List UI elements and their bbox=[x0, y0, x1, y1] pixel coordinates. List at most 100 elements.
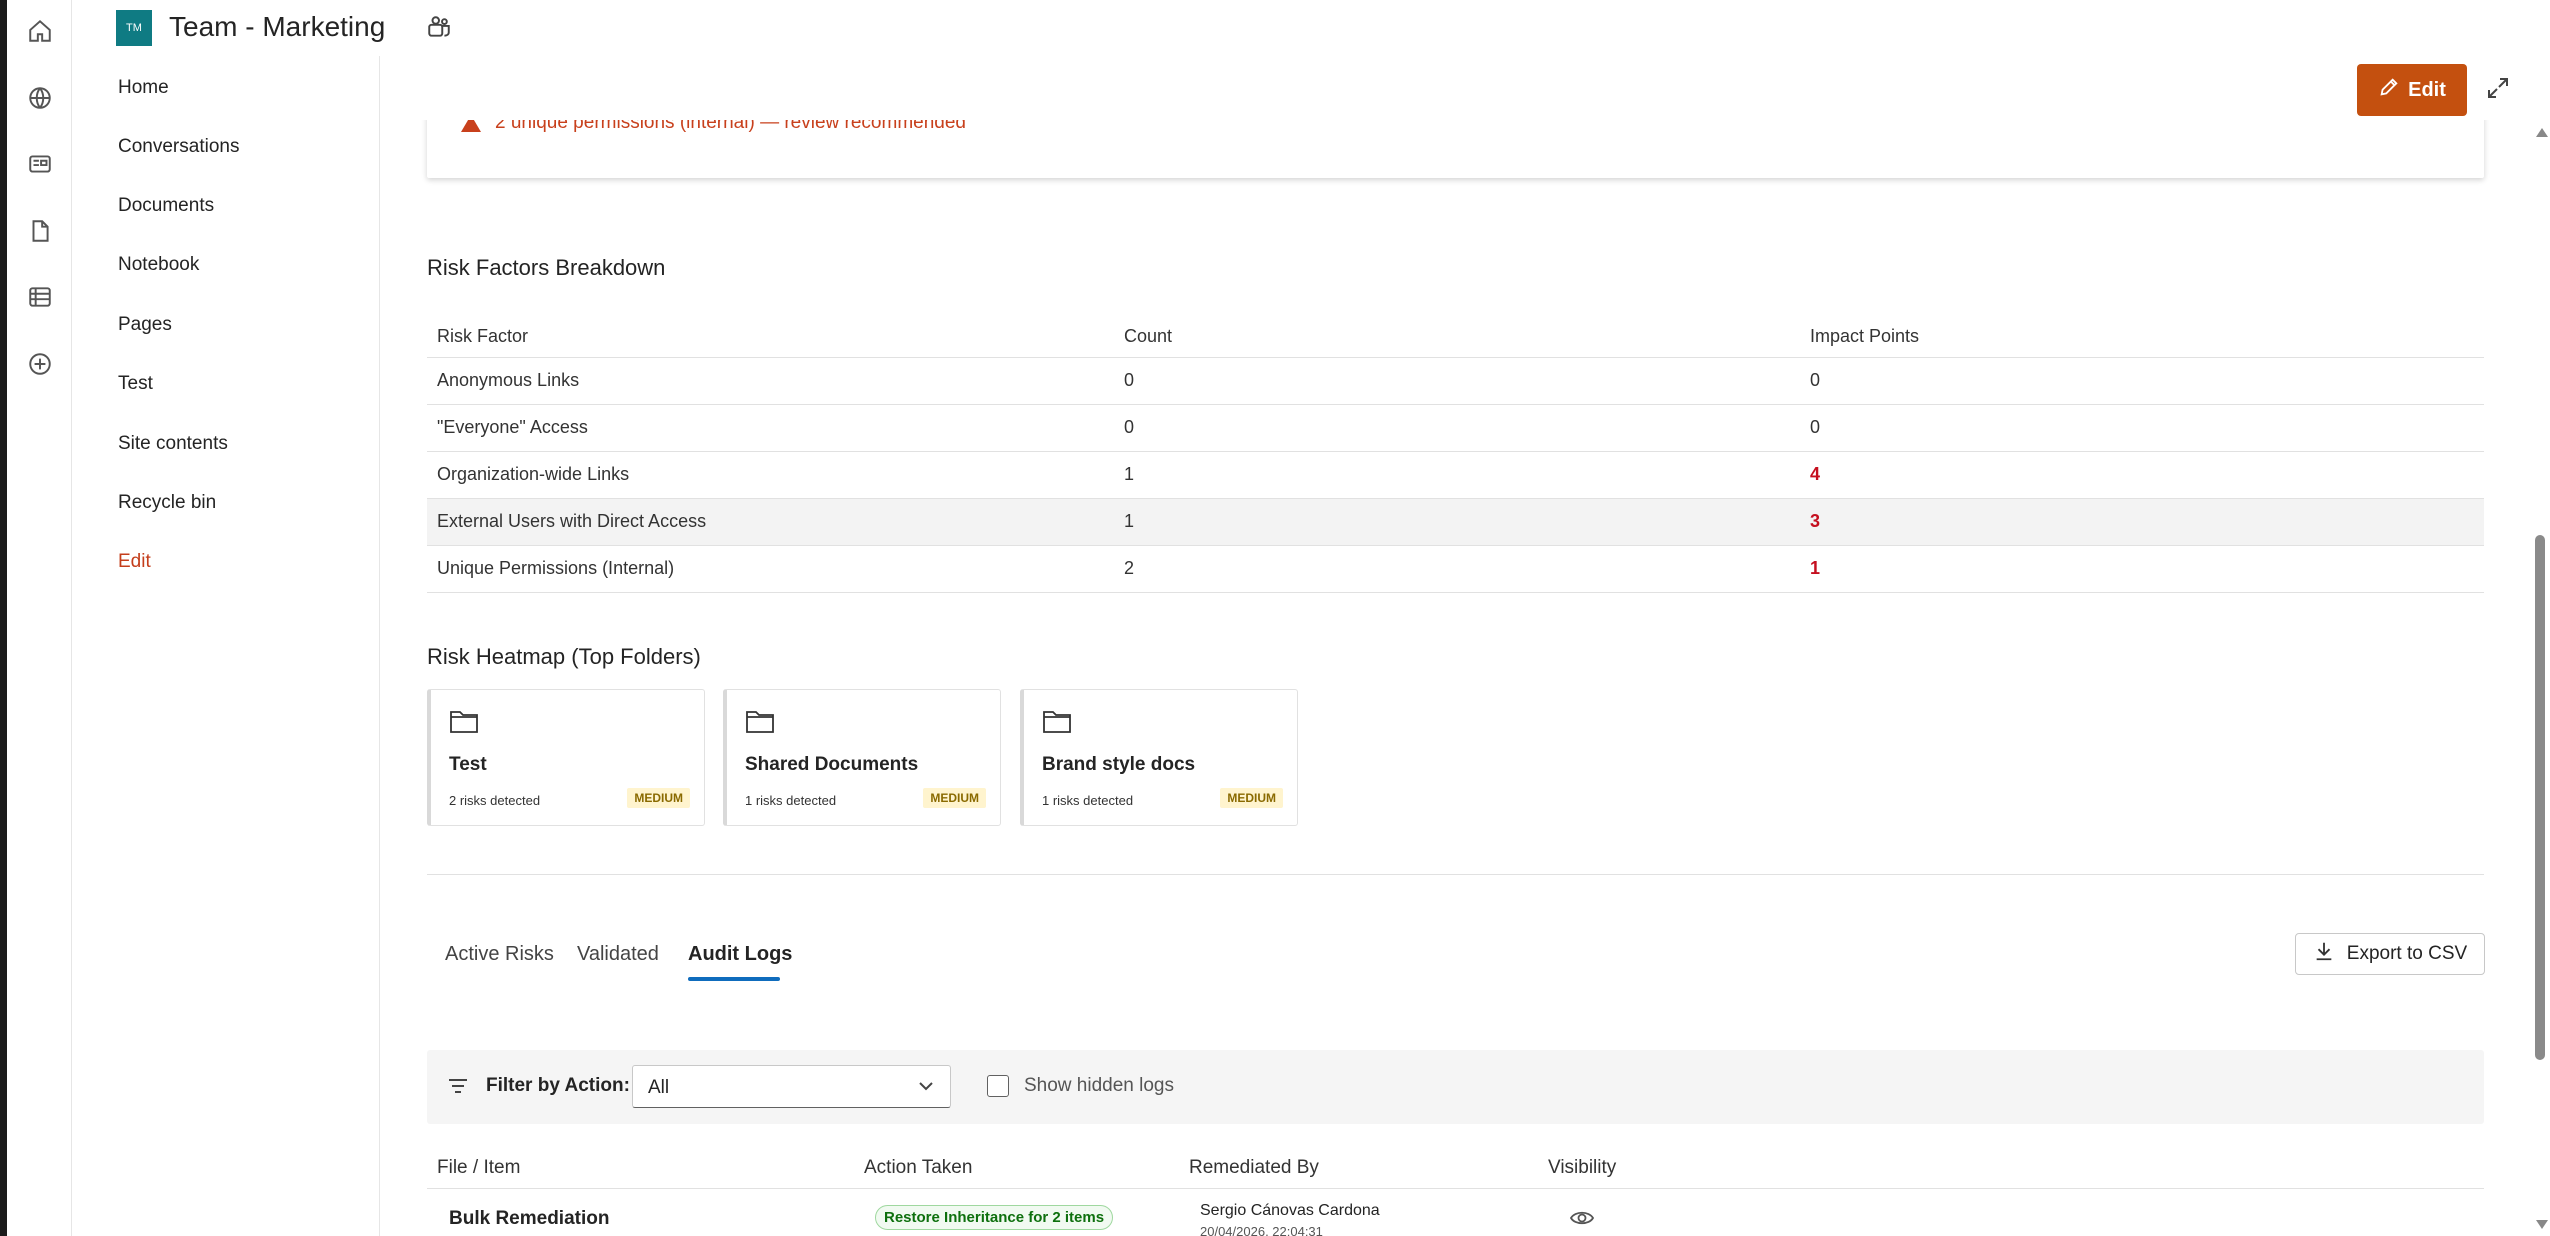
download-icon bbox=[2313, 940, 2335, 968]
document-icon[interactable] bbox=[27, 218, 53, 244]
table-row: Bulk Remediation Restore Inheritance for… bbox=[427, 1190, 2484, 1236]
column-header: Action Taken bbox=[864, 1157, 973, 1178]
summary-card: 2 unique permissions (internal) — review… bbox=[427, 120, 2484, 178]
app-bar-edge bbox=[0, 0, 7, 1236]
risk-factor-cell: External Users with Direct Access bbox=[437, 511, 707, 531]
impact-cell: 3 bbox=[1810, 511, 1821, 531]
heatmap-title: Risk Heatmap (Top Folders) bbox=[427, 644, 701, 669]
page-scrollbar[interactable] bbox=[2532, 120, 2550, 1236]
risk-factor-cell: Unique Permissions (Internal) bbox=[437, 558, 675, 578]
audit-table-header: File / Item Action Taken Remediated By V… bbox=[427, 1147, 2484, 1189]
risk-factor-cell: Organization-wide Links bbox=[437, 464, 630, 484]
column-header: Remediated By bbox=[1189, 1157, 1319, 1178]
risk-level-badge: MEDIUM bbox=[923, 788, 986, 808]
table-row: Unique Permissions (Internal) 2 1 bbox=[427, 546, 2484, 593]
folder-icon bbox=[449, 708, 479, 734]
tab-validated[interactable]: Validated bbox=[577, 943, 659, 966]
action-badge: Restore Inheritance for 2 items bbox=[875, 1205, 1114, 1230]
column-header: File / Item bbox=[437, 1157, 521, 1178]
news-icon[interactable] bbox=[27, 151, 53, 177]
app-bar bbox=[0, 0, 72, 1236]
table-header: Risk Factor Count Impact Points bbox=[427, 320, 2484, 358]
expand-icon[interactable] bbox=[2486, 76, 2510, 100]
add-circle-icon[interactable] bbox=[27, 351, 53, 377]
tab-active-risks[interactable]: Active Risks bbox=[445, 943, 554, 966]
tab-audit-logs[interactable]: Audit Logs bbox=[688, 943, 792, 966]
risk-count: 1 risks detected bbox=[745, 793, 837, 808]
dropdown-value: All bbox=[648, 1077, 670, 1098]
scroll-down-arrow[interactable] bbox=[2536, 1220, 2548, 1229]
folder-name: Shared Documents bbox=[745, 754, 919, 775]
count-cell: 2 bbox=[1124, 558, 1135, 578]
filter-label: Filter by Action: bbox=[486, 1075, 630, 1096]
risk-factors-title: Risk Factors Breakdown bbox=[427, 255, 666, 280]
warning-text: 2 unique permissions (internal) — review… bbox=[495, 120, 966, 133]
filter-icon bbox=[447, 1076, 469, 1096]
warning-icon bbox=[461, 120, 481, 132]
table-row: Organization-wide Links 1 4 bbox=[427, 452, 2484, 499]
list-icon[interactable] bbox=[27, 284, 53, 310]
risk-count: 2 risks detected bbox=[449, 793, 541, 808]
count-cell: 0 bbox=[1124, 370, 1135, 390]
scroll-up-arrow[interactable] bbox=[2536, 128, 2548, 137]
folder-name: Brand style docs bbox=[1042, 754, 1196, 775]
folder-icon bbox=[1042, 708, 1072, 734]
show-hidden-label[interactable]: Show hidden logs bbox=[1024, 1075, 1174, 1097]
site-logo[interactable]: TM bbox=[116, 10, 152, 46]
risk-level-badge: MEDIUM bbox=[1220, 788, 1283, 808]
main-content: 2 unique permissions (internal) — review… bbox=[393, 120, 2523, 1236]
globe-icon[interactable] bbox=[27, 85, 53, 111]
table-row: External Users with Direct Access 1 3 bbox=[427, 499, 2484, 546]
pencil-icon bbox=[2378, 76, 2400, 104]
heatmap-card-brand-style-docs[interactable]: Brand style docs 1 risks detected MEDIUM bbox=[1020, 689, 1298, 826]
column-header: Risk Factor bbox=[437, 326, 529, 346]
impact-cell: 0 bbox=[1810, 417, 1821, 437]
active-tab-indicator bbox=[688, 977, 780, 981]
home-icon[interactable] bbox=[27, 18, 53, 44]
count-cell: 1 bbox=[1124, 511, 1135, 531]
warning-message: 2 unique permissions (internal) — review… bbox=[461, 120, 966, 134]
nav-item-notebook[interactable]: Notebook bbox=[118, 254, 199, 276]
edit-button-label: Edit bbox=[2408, 78, 2446, 101]
site-title[interactable]: Team - Marketing bbox=[169, 11, 385, 43]
heatmap-card-shared-documents[interactable]: Shared Documents 1 risks detected MEDIUM bbox=[723, 689, 1001, 826]
export-button-label: Export to CSV bbox=[2346, 943, 2468, 964]
folder-name: Test bbox=[449, 754, 487, 775]
site-header: TM Team - Marketing bbox=[72, 0, 2550, 56]
show-hidden-checkbox[interactable] bbox=[987, 1075, 1009, 1097]
risk-level-badge: MEDIUM bbox=[627, 788, 690, 808]
table-row: Anonymous Links 0 0 bbox=[427, 358, 2484, 405]
risk-count: 1 risks detected bbox=[1042, 793, 1134, 808]
export-csv-button[interactable]: Export to CSV bbox=[2295, 933, 2485, 975]
folder-icon bbox=[745, 708, 775, 734]
remediated-date: 20/04/2026, 22:04:31 bbox=[1200, 1224, 1323, 1236]
chevron-down-icon bbox=[918, 1078, 934, 1094]
nav-item-home[interactable]: Home bbox=[118, 77, 169, 99]
section-divider bbox=[427, 874, 2484, 875]
action-filter-dropdown[interactable]: All bbox=[632, 1065, 951, 1108]
filter-bar: Filter by Action: All Show hidden logs bbox=[427, 1050, 2484, 1124]
nav-item-site-contents[interactable]: Site contents bbox=[118, 433, 228, 455]
nav-item-recycle-bin[interactable]: Recycle bin bbox=[118, 492, 216, 514]
impact-cell: 4 bbox=[1810, 464, 1821, 484]
count-cell: 1 bbox=[1124, 464, 1135, 484]
file-item-cell: Bulk Remediation bbox=[449, 1208, 610, 1229]
heatmap-card-test[interactable]: Test 2 risks detected MEDIUM bbox=[427, 689, 705, 826]
site-navigation: Home Conversations Documents Notebook Pa… bbox=[72, 56, 380, 1236]
column-header: Impact Points bbox=[1810, 326, 1920, 346]
nav-item-conversations[interactable]: Conversations bbox=[118, 136, 239, 158]
risk-factors-table: Risk Factor Count Impact Points Anonymou… bbox=[427, 320, 2484, 593]
edit-button[interactable]: Edit bbox=[2357, 64, 2467, 116]
impact-cell: 0 bbox=[1810, 370, 1821, 390]
scroll-thumb[interactable] bbox=[2535, 535, 2545, 1060]
column-header: Count bbox=[1124, 326, 1173, 346]
teams-icon[interactable] bbox=[426, 14, 452, 40]
nav-edit-link[interactable]: Edit bbox=[118, 551, 151, 573]
risk-factor-cell: Anonymous Links bbox=[437, 370, 580, 390]
eye-icon[interactable] bbox=[1569, 1208, 1595, 1228]
table-row: "Everyone" Access 0 0 bbox=[427, 405, 2484, 452]
nav-item-pages[interactable]: Pages bbox=[118, 314, 172, 336]
column-header: Visibility bbox=[1548, 1157, 1617, 1178]
nav-item-documents[interactable]: Documents bbox=[118, 195, 214, 217]
nav-item-test[interactable]: Test bbox=[118, 373, 153, 395]
